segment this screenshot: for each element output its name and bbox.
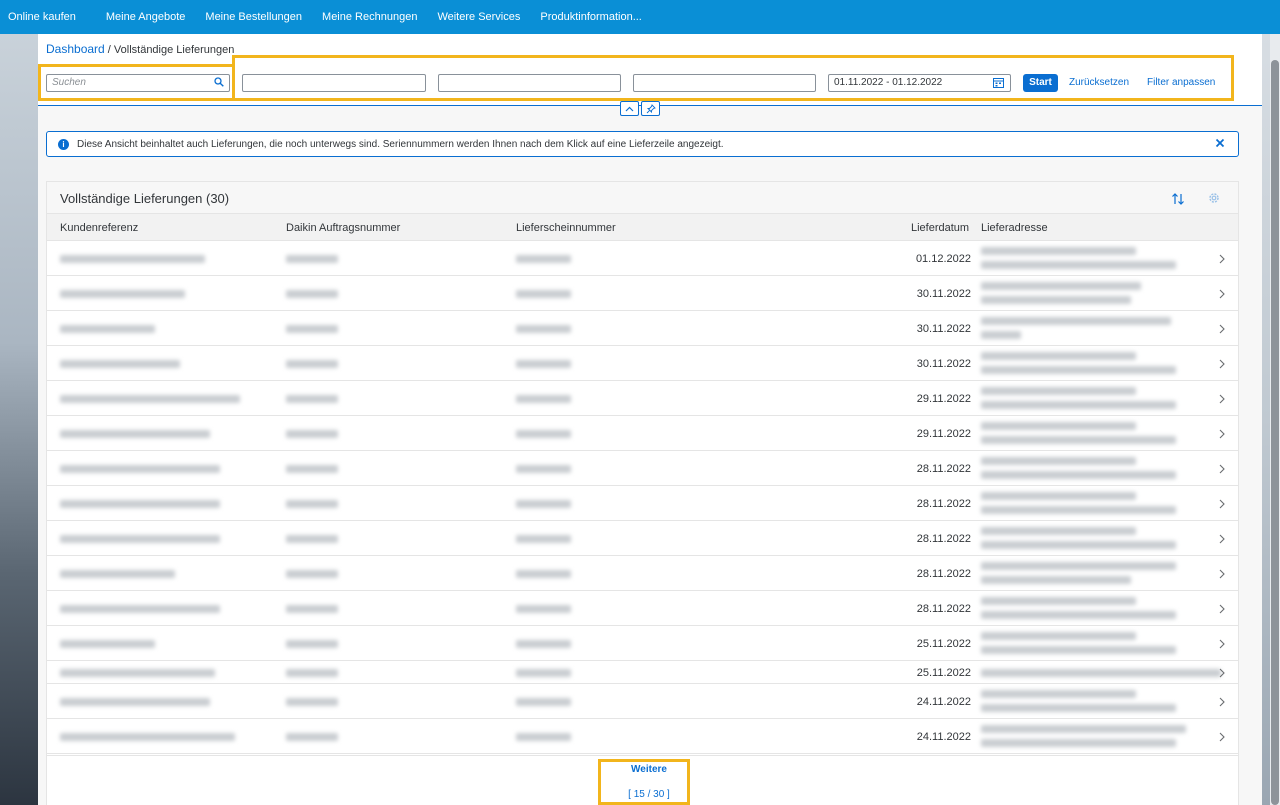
chevron-right-icon (1219, 668, 1225, 678)
filter-field-1[interactable] (242, 74, 426, 92)
chevron-right-icon (1219, 639, 1225, 649)
calendar-icon[interactable] (993, 77, 1004, 88)
column-lieferdatum[interactable]: Lieferdatum (911, 222, 969, 234)
row-date: 01.12.2022 (915, 253, 971, 265)
table-row[interactable]: 25.11.2022 (47, 626, 1238, 661)
filter-field-3[interactable] (633, 74, 816, 92)
chevron-up-icon (625, 106, 634, 111)
row-date: 24.11.2022 (916, 731, 971, 743)
nav-meine-bestellungen[interactable]: Meine Bestellungen (195, 0, 312, 34)
top-navigation: Online kaufen Meine Angebote Meine Beste… (0, 0, 1280, 34)
row-date: 30.11.2022 (916, 288, 971, 300)
row-date: 28.11.2022 (916, 498, 971, 510)
table-row[interactable]: 28.11.2022 (47, 591, 1238, 626)
row-date: 25.11.2022 (916, 667, 971, 679)
scrollbar-thumb[interactable] (1271, 60, 1279, 805)
row-date: 24.11.2022 (916, 696, 971, 708)
table-header: Kundenreferenz Daikin Auftragsnummer Lie… (47, 214, 1238, 241)
table-row[interactable]: 24.11.2022 (47, 719, 1238, 754)
column-kundenreferenz[interactable]: Kundenreferenz (60, 222, 138, 234)
chevron-right-icon (1219, 254, 1225, 264)
load-more-count: [ 15 / 30 ] (628, 789, 670, 800)
chevron-right-icon (1219, 464, 1225, 474)
table-toolbar: Vollständige Lieferungen (30) (47, 182, 1238, 214)
table-row[interactable]: 29.11.2022 (47, 416, 1238, 451)
row-date: 28.11.2022 (916, 603, 971, 615)
chevron-right-icon (1219, 697, 1225, 707)
main-panel: Dashboard / Vollständige Lieferungen Suc… (38, 34, 1262, 805)
search-placeholder: Suchen (52, 77, 86, 88)
load-more-area: Weitere [ 15 / 30 ] (47, 755, 1238, 805)
breadcrumb-current: Vollständige Lieferungen (113, 44, 235, 56)
row-date: 28.11.2022 (916, 463, 971, 475)
info-message-strip: i Diese Ansicht beinhaltet auch Lieferun… (46, 131, 1239, 157)
row-date: 30.11.2022 (916, 358, 971, 370)
table-row[interactable]: 30.11.2022 (47, 346, 1238, 381)
chevron-right-icon (1219, 499, 1225, 509)
search-input[interactable]: Suchen (46, 74, 230, 92)
background-left (0, 34, 40, 805)
date-range-input[interactable]: 01.11.2022 - 01.12.2022 (828, 74, 1011, 92)
reset-button[interactable]: Zurücksetzen (1069, 77, 1129, 88)
row-date: 25.11.2022 (916, 638, 971, 650)
table-body: 01.12.2022 30.11.2022 30.11.2022 30.11.2… (47, 241, 1238, 754)
chevron-right-icon (1219, 394, 1225, 404)
pin-header-button[interactable] (641, 101, 660, 116)
info-icon: i (58, 138, 69, 150)
column-auftragsnummer[interactable]: Daikin Auftragsnummer (286, 222, 400, 234)
breadcrumb: Dashboard / Vollständige Lieferungen (46, 42, 234, 56)
table-row[interactable]: 25.11.2022 (47, 661, 1238, 684)
chevron-right-icon (1219, 359, 1225, 369)
search-icon[interactable] (214, 77, 224, 87)
nav-meine-angebote[interactable]: Meine Angebote (96, 0, 196, 34)
page-header: Dashboard / Vollständige Lieferungen Suc… (38, 34, 1262, 106)
info-message-text: Diese Ansicht beinhaltet auch Lieferunge… (77, 138, 724, 150)
table-row[interactable]: 24.11.2022 (47, 684, 1238, 719)
collapse-header-button[interactable] (620, 101, 639, 116)
load-more-button[interactable]: Weitere (614, 764, 684, 775)
table-row[interactable]: 30.11.2022 (47, 311, 1238, 346)
deliveries-table-panel: Vollständige Lieferungen (30) Kundenrefe… (46, 181, 1239, 805)
chevron-right-icon (1219, 604, 1225, 614)
nav-weitere-services[interactable]: Weitere Services (427, 0, 530, 34)
chevron-right-icon (1219, 534, 1225, 544)
table-row[interactable]: 29.11.2022 (47, 381, 1238, 416)
chevron-right-icon (1219, 324, 1225, 334)
row-date: 29.11.2022 (916, 428, 971, 440)
chevron-right-icon (1219, 289, 1225, 299)
nav-meine-rechnungen[interactable]: Meine Rechnungen (312, 0, 427, 34)
row-date: 29.11.2022 (916, 393, 971, 405)
chevron-right-icon (1219, 732, 1225, 742)
table-row[interactable]: 01.12.2022 (47, 241, 1238, 276)
table-row[interactable]: 28.11.2022 (47, 556, 1238, 591)
breadcrumb-dashboard-link[interactable]: Dashboard (46, 42, 105, 56)
chevron-right-icon (1219, 429, 1225, 439)
pin-icon (646, 103, 656, 113)
gear-icon[interactable] (1207, 191, 1221, 205)
table-row[interactable]: 28.11.2022 (47, 451, 1238, 486)
table-title: Vollständige Lieferungen (30) (60, 191, 230, 206)
filter-field-2[interactable] (438, 74, 621, 92)
breadcrumb-separator: / (107, 44, 111, 56)
column-lieferadresse[interactable]: Lieferadresse (981, 222, 1048, 234)
table-row[interactable]: 28.11.2022 (47, 521, 1238, 556)
close-icon[interactable] (1214, 137, 1226, 149)
sort-icon[interactable] (1171, 192, 1185, 206)
table-row[interactable]: 28.11.2022 (47, 486, 1238, 521)
column-lieferscheinnummer[interactable]: Lieferscheinnummer (516, 222, 616, 234)
nav-online-kaufen[interactable]: Online kaufen (6, 0, 96, 34)
adjust-filter-button[interactable]: Filter anpassen (1147, 77, 1215, 88)
nav-produktinformation[interactable]: Produktinformation... (530, 0, 652, 34)
start-button[interactable]: Start (1023, 74, 1058, 92)
date-range-value: 01.11.2022 - 01.12.2022 (834, 77, 943, 88)
chevron-right-icon (1219, 569, 1225, 579)
table-row[interactable]: 30.11.2022 (47, 276, 1238, 311)
row-date: 28.11.2022 (916, 568, 971, 580)
row-date: 30.11.2022 (916, 323, 971, 335)
row-date: 28.11.2022 (916, 533, 971, 545)
